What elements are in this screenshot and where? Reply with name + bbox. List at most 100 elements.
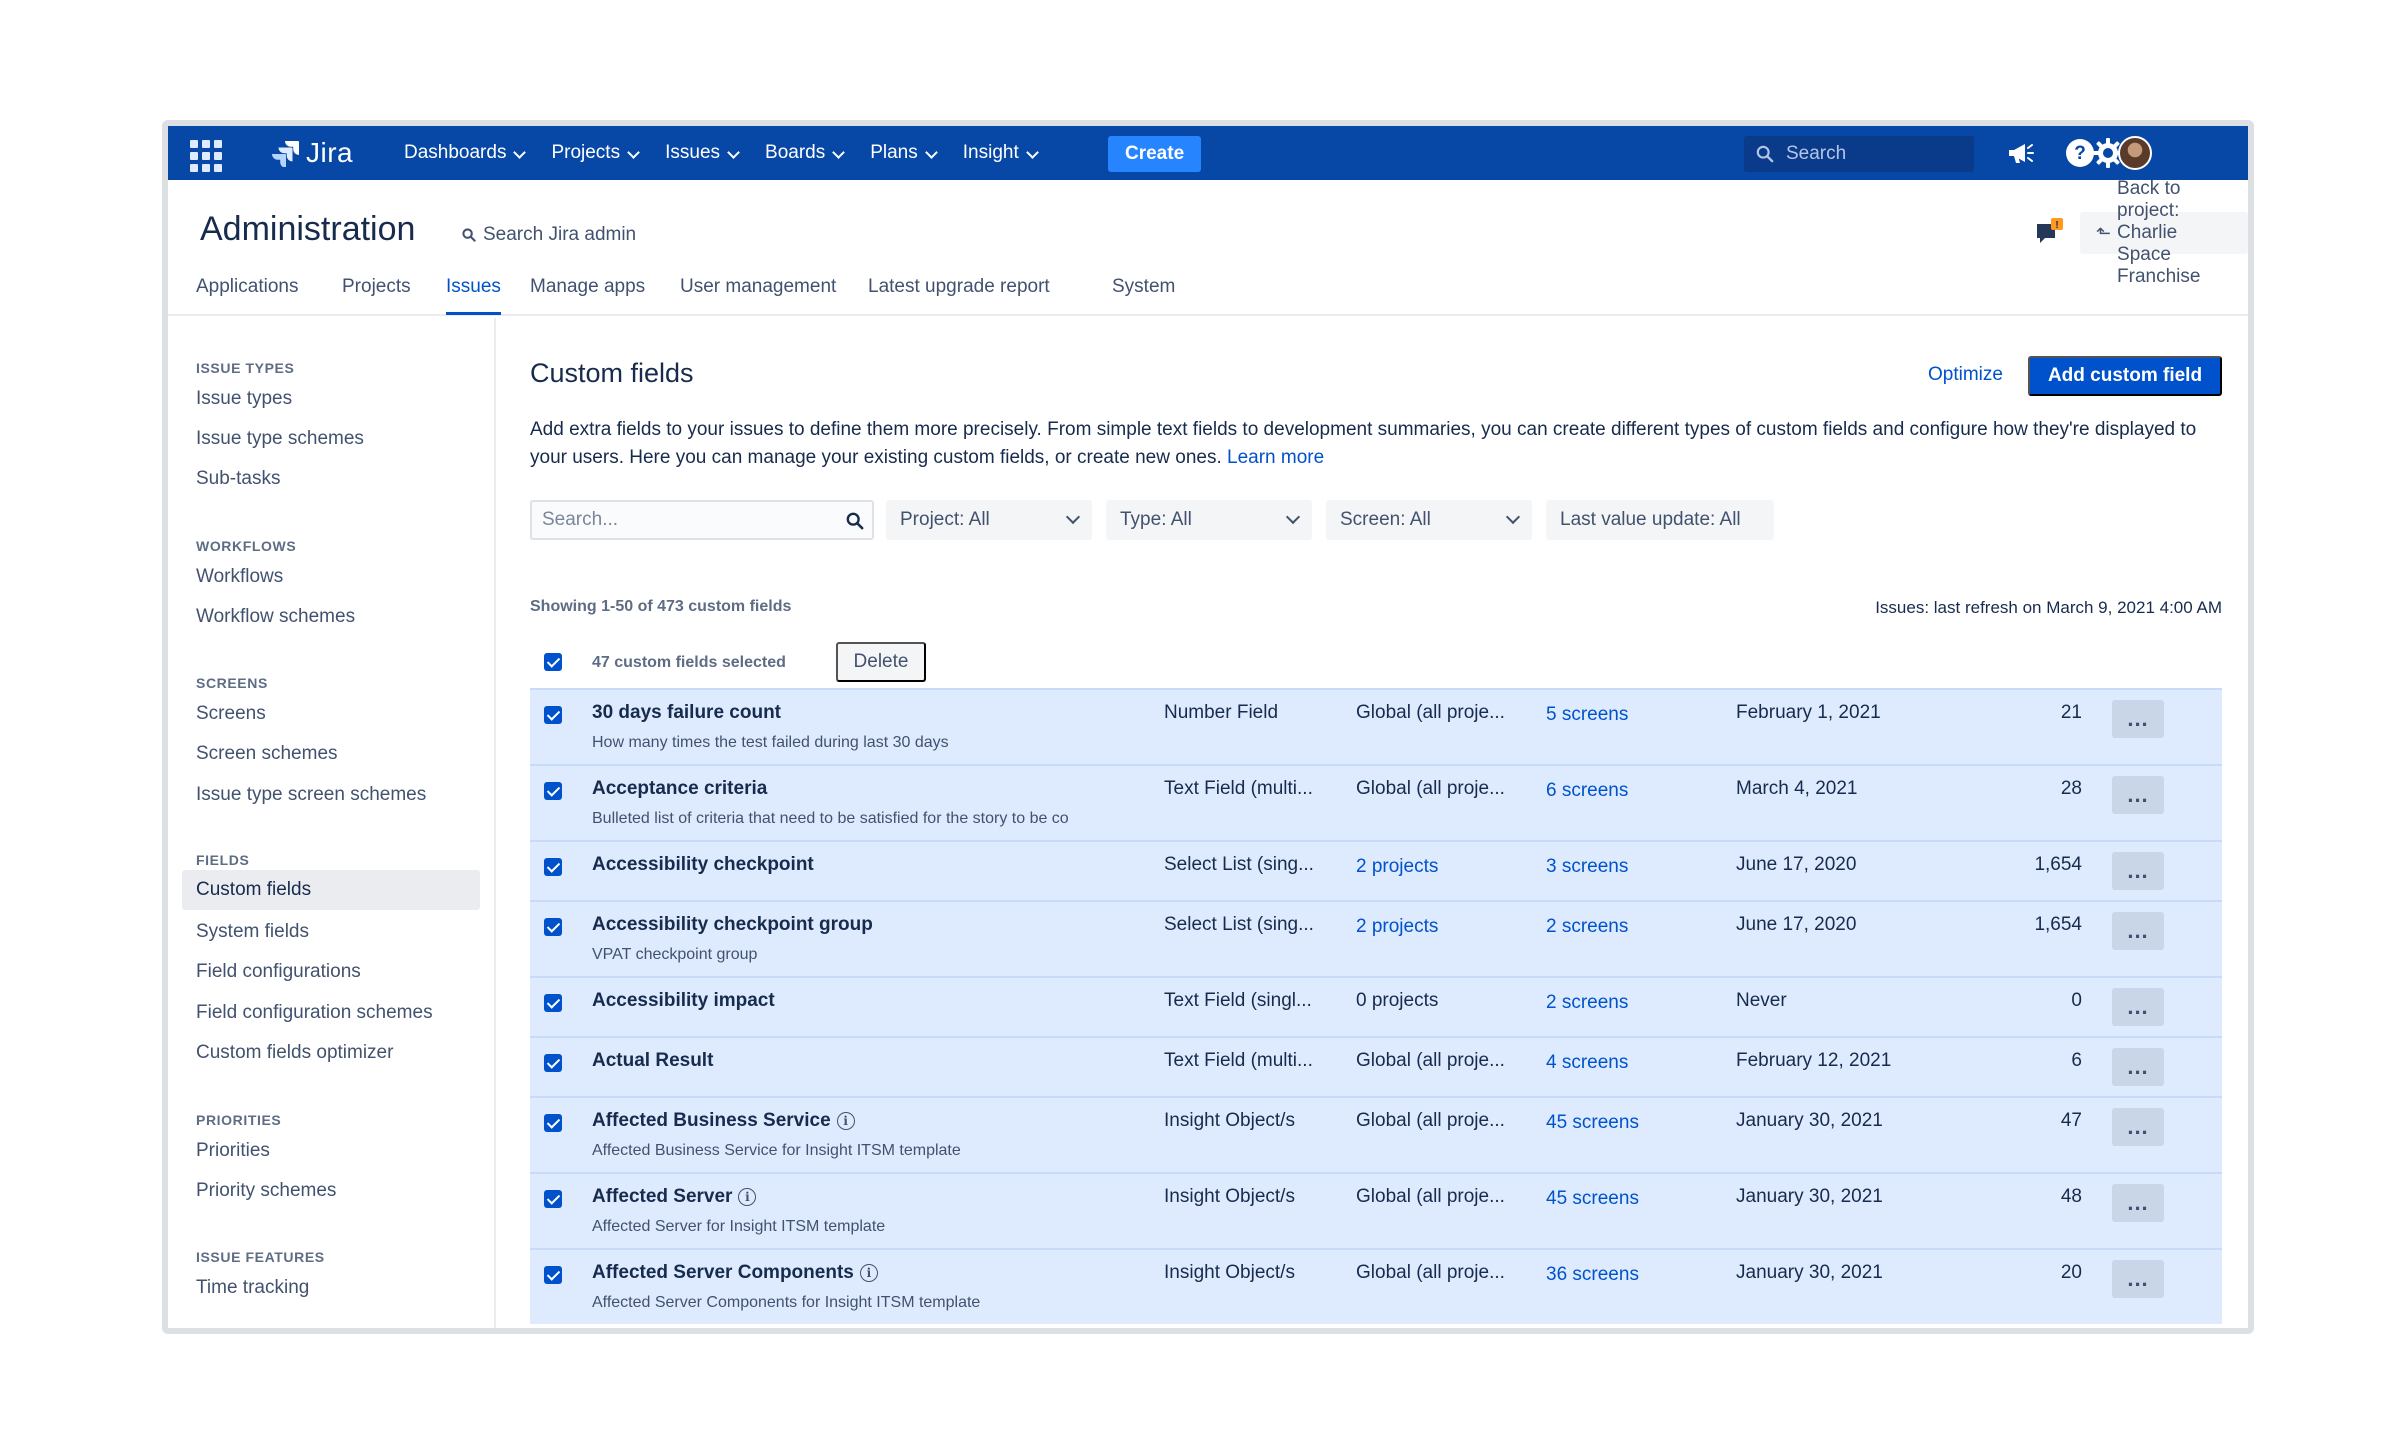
sidebar-item-priorities[interactable]: Priorities — [196, 1140, 270, 1162]
nav-insight[interactable]: Insight — [963, 142, 1040, 164]
nav-projects[interactable]: Projects — [551, 142, 641, 164]
table-row[interactable]: Affected Business Service i Affected Busin… — [530, 1096, 2222, 1172]
more-actions-button[interactable]: ... — [2112, 1184, 2164, 1222]
nav-plans[interactable]: Plans — [870, 142, 939, 164]
field-name-link[interactable]: Affected Business Service i — [592, 1110, 855, 1132]
learn-more-link[interactable]: Learn more — [1227, 447, 1324, 468]
more-actions-button[interactable]: ... — [2112, 1048, 2164, 1086]
more-actions-button[interactable]: ... — [2112, 1108, 2164, 1146]
table-row[interactable]: Accessibility checkpoint group VPAT check… — [530, 900, 2222, 976]
info-icon[interactable]: i — [836, 1112, 855, 1130]
field-name-link[interactable]: 30 days failure count — [592, 702, 781, 724]
row-checkbox[interactable] — [544, 706, 562, 724]
field-screens-link[interactable]: 36 screens — [1546, 1264, 1639, 1286]
sidebar-item-screens[interactable]: Screens — [196, 703, 266, 725]
field-name-link[interactable]: Accessibility checkpoint — [592, 854, 814, 876]
row-checkbox[interactable] — [544, 1266, 562, 1284]
tab-applications[interactable]: Applications — [196, 276, 298, 312]
more-actions-button[interactable]: ... — [2112, 852, 2164, 890]
select-all-checkbox[interactable] — [544, 653, 562, 671]
info-icon[interactable]: i — [738, 1188, 757, 1206]
tab-projects[interactable]: Projects — [342, 276, 411, 312]
field-name-link[interactable]: Acceptance criteria — [592, 778, 767, 800]
tab-system[interactable]: System — [1112, 276, 1175, 312]
nav-dashboards[interactable]: Dashboards — [404, 142, 527, 164]
field-name-link[interactable]: Actual Result — [592, 1050, 713, 1072]
avatar[interactable] — [2118, 136, 2152, 170]
jira-logo[interactable]: Jira — [272, 137, 353, 169]
table-row[interactable]: Affected Server i Affected Server for Insi… — [530, 1172, 2222, 1248]
row-checkbox[interactable] — [544, 918, 562, 936]
screen-filter-select[interactable]: Screen: All — [1326, 500, 1532, 540]
sidebar-item-priority-schemes[interactable]: Priority schemes — [196, 1180, 336, 1202]
tab-issues[interactable]: Issues — [446, 276, 501, 315]
tab-latest-upgrade-report[interactable]: Latest upgrade report — [868, 276, 1050, 312]
table-row[interactable]: Accessibility impact Text Field (singl...… — [530, 976, 2222, 1036]
add-custom-field-button[interactable]: Add custom field — [2028, 356, 2222, 396]
sidebar-item-workflow-schemes[interactable]: Workflow schemes — [196, 606, 355, 628]
field-screens-link[interactable]: 3 screens — [1546, 856, 1628, 878]
field-name-link[interactable]: Affected Server i — [592, 1186, 757, 1208]
last-value-update-filter-select[interactable]: Last value update: All — [1546, 500, 1774, 540]
row-checkbox[interactable] — [544, 1114, 562, 1132]
more-actions-button[interactable]: ... — [2112, 988, 2164, 1026]
field-name-link[interactable]: Accessibility checkpoint group — [592, 914, 873, 936]
table-row[interactable]: Affected Server Components i Affected Serv… — [530, 1248, 2222, 1324]
field-context: Global (all proje... — [1356, 1262, 1505, 1283]
more-actions-button[interactable]: ... — [2112, 700, 2164, 738]
sidebar-item-custom-fields-optimizer[interactable]: Custom fields optimizer — [196, 1042, 393, 1064]
sidebar-item-issue-types[interactable]: Issue types — [196, 388, 292, 410]
field-screens-link[interactable]: 2 screens — [1546, 992, 1628, 1014]
app-switcher-icon[interactable] — [188, 138, 222, 172]
field-context[interactable]: 2 projects — [1356, 916, 1438, 938]
sidebar-item-system-fields[interactable]: System fields — [196, 921, 309, 943]
notifications-megaphone-icon[interactable] — [2004, 137, 2036, 169]
sidebar-item-issue-type-schemes[interactable]: Issue type schemes — [196, 428, 364, 450]
nav-boards[interactable]: Boards — [765, 142, 846, 164]
row-checkbox[interactable] — [544, 782, 562, 800]
project-filter-select[interactable]: Project: All — [886, 500, 1092, 540]
more-actions-button[interactable]: ... — [2112, 776, 2164, 814]
sidebar-item-custom-fields[interactable]: Custom fields — [182, 870, 480, 910]
sidebar-item-issue-type-screen-schemes[interactable]: Issue type screen schemes — [196, 784, 426, 806]
create-button[interactable]: Create — [1108, 136, 1202, 172]
tab-user-management[interactable]: User management — [680, 276, 836, 312]
table-row[interactable]: Accessibility checkpoint Select List (sin… — [530, 840, 2222, 900]
sidebar-item-workflows[interactable]: Workflows — [196, 566, 283, 588]
field-screens-link[interactable]: 6 screens — [1546, 780, 1628, 802]
more-actions-button[interactable]: ... — [2112, 912, 2164, 950]
field-search-input[interactable]: Search... — [530, 500, 874, 540]
type-filter-select[interactable]: Type: All — [1106, 500, 1312, 540]
filter-label: Last value update: All — [1560, 509, 1741, 530]
field-name-link[interactable]: Accessibility impact — [592, 990, 775, 1012]
row-checkbox[interactable] — [544, 1190, 562, 1208]
feedback-icon[interactable]: ! — [2034, 216, 2066, 248]
field-screens-link[interactable]: 45 screens — [1546, 1112, 1639, 1134]
sidebar-item-field-configurations[interactable]: Field configurations — [196, 961, 361, 983]
sidebar-item-time-tracking[interactable]: Time tracking — [196, 1277, 309, 1299]
sidebar-item-field-configuration-schemes[interactable]: Field configuration schemes — [196, 1002, 433, 1024]
field-screens-link[interactable]: 5 screens — [1546, 704, 1628, 726]
table-row[interactable]: Actual Result Text Field (multi... Global … — [530, 1036, 2222, 1096]
field-screens-link[interactable]: 45 screens — [1546, 1188, 1639, 1210]
field-screens-link[interactable]: 2 screens — [1546, 916, 1628, 938]
sidebar-item-sub-tasks[interactable]: Sub-tasks — [196, 468, 280, 490]
back-to-project-button[interactable]: ⬑ Back to project: Charlie Space Franchi… — [2080, 178, 2248, 287]
search-jira-admin-link[interactable]: Search Jira admin — [462, 224, 636, 246]
sidebar-item-screen-schemes[interactable]: Screen schemes — [196, 743, 338, 765]
table-row[interactable]: 30 days failure count How many times the … — [530, 688, 2222, 764]
row-checkbox[interactable] — [544, 858, 562, 876]
row-checkbox[interactable] — [544, 1054, 562, 1072]
row-checkbox[interactable] — [544, 994, 562, 1012]
nav-issues[interactable]: Issues — [665, 142, 741, 164]
tab-manage-apps[interactable]: Manage apps — [530, 276, 645, 312]
field-context[interactable]: 2 projects — [1356, 856, 1438, 878]
more-actions-button[interactable]: ... — [2112, 1260, 2164, 1298]
field-name-link[interactable]: Affected Server Components i — [592, 1262, 878, 1284]
table-row[interactable]: Acceptance criteria Bulleted list of crit… — [530, 764, 2222, 840]
info-icon[interactable]: i — [859, 1264, 878, 1282]
optimize-link[interactable]: Optimize — [1928, 364, 2003, 386]
delete-button[interactable]: Delete — [836, 642, 926, 682]
field-screens-link[interactable]: 4 screens — [1546, 1052, 1628, 1074]
global-search-input[interactable]: Search — [1744, 136, 1974, 172]
